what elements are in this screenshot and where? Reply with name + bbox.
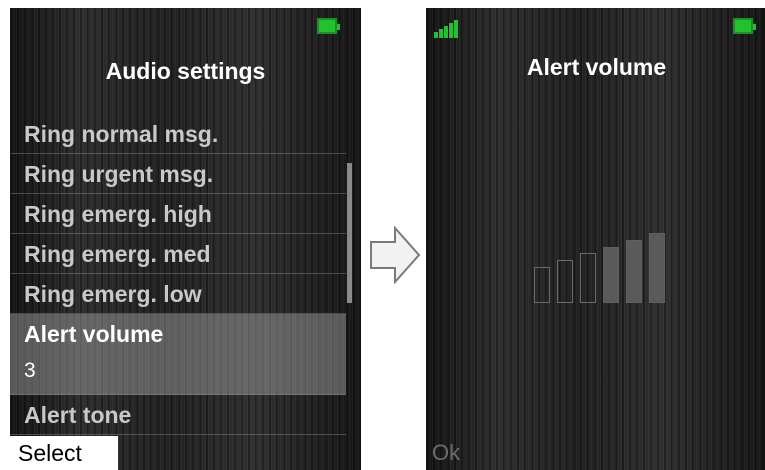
volume-bar (534, 267, 550, 303)
ok-softkey[interactable]: Ok (432, 440, 460, 466)
page-title: Alert volume (526, 54, 667, 80)
signal-strength-icon (434, 20, 464, 38)
page-title: Audio settings (105, 58, 266, 84)
volume-bar (649, 233, 665, 303)
menu-item-ring-emerg-med[interactable]: Ring emerg. med (10, 234, 346, 274)
menu-item-value: 3 (24, 359, 36, 382)
volume-bar (626, 239, 642, 303)
battery-full-icon (733, 18, 756, 34)
menu-item-ring-emerg-low[interactable]: Ring emerg. low (10, 274, 346, 314)
scrollbar[interactable] (347, 163, 352, 303)
battery-full-icon (317, 18, 340, 34)
audio-settings-screen: Audio settings Ring normal msg. Ring urg… (10, 8, 361, 470)
menu-item-alert-volume[interactable]: Alert volume 3 (10, 314, 346, 395)
volume-bar (603, 246, 619, 303)
volume-bar (580, 253, 596, 303)
volume-bar (557, 260, 573, 303)
menu-item-alert-tone[interactable]: Alert tone (10, 395, 346, 435)
settings-menu: Ring normal msg. Ring urgent msg. Ring e… (10, 114, 346, 435)
select-softkey[interactable]: Select (10, 436, 118, 470)
menu-item-ring-normal-msg[interactable]: Ring normal msg. (10, 114, 346, 154)
menu-item-ring-emerg-high[interactable]: Ring emerg. high (10, 194, 346, 234)
menu-item-ring-urgent-msg[interactable]: Ring urgent msg. (10, 154, 346, 194)
arrow-right-outline-icon (370, 226, 421, 284)
volume-level-indicator[interactable] (534, 228, 669, 303)
menu-item-label: Alert volume (24, 321, 164, 347)
alert-volume-screen: Alert volume Ok (426, 8, 765, 470)
